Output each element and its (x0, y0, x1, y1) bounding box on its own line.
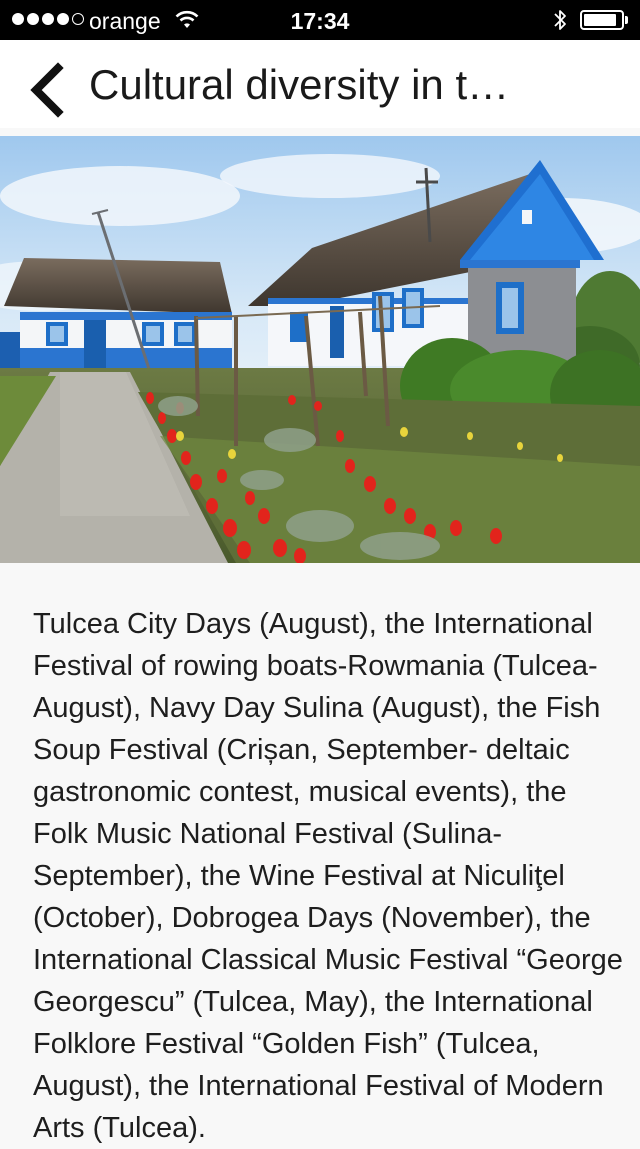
status-bar: orange 17:34 (0, 0, 640, 40)
clock: 17:34 (290, 8, 350, 34)
chevron-left-icon (30, 62, 64, 118)
battery-tip (625, 16, 628, 24)
battery-icon (580, 10, 624, 30)
article-body: Tulcea City Days (August), the Internati… (33, 608, 623, 1144)
back-button[interactable] (18, 50, 78, 118)
navigation-bar: Cultural diversity in t… (0, 40, 640, 128)
page-title: Cultural diversity in t… (89, 61, 510, 108)
hero-image (0, 136, 640, 563)
bluetooth-icon (554, 10, 566, 30)
